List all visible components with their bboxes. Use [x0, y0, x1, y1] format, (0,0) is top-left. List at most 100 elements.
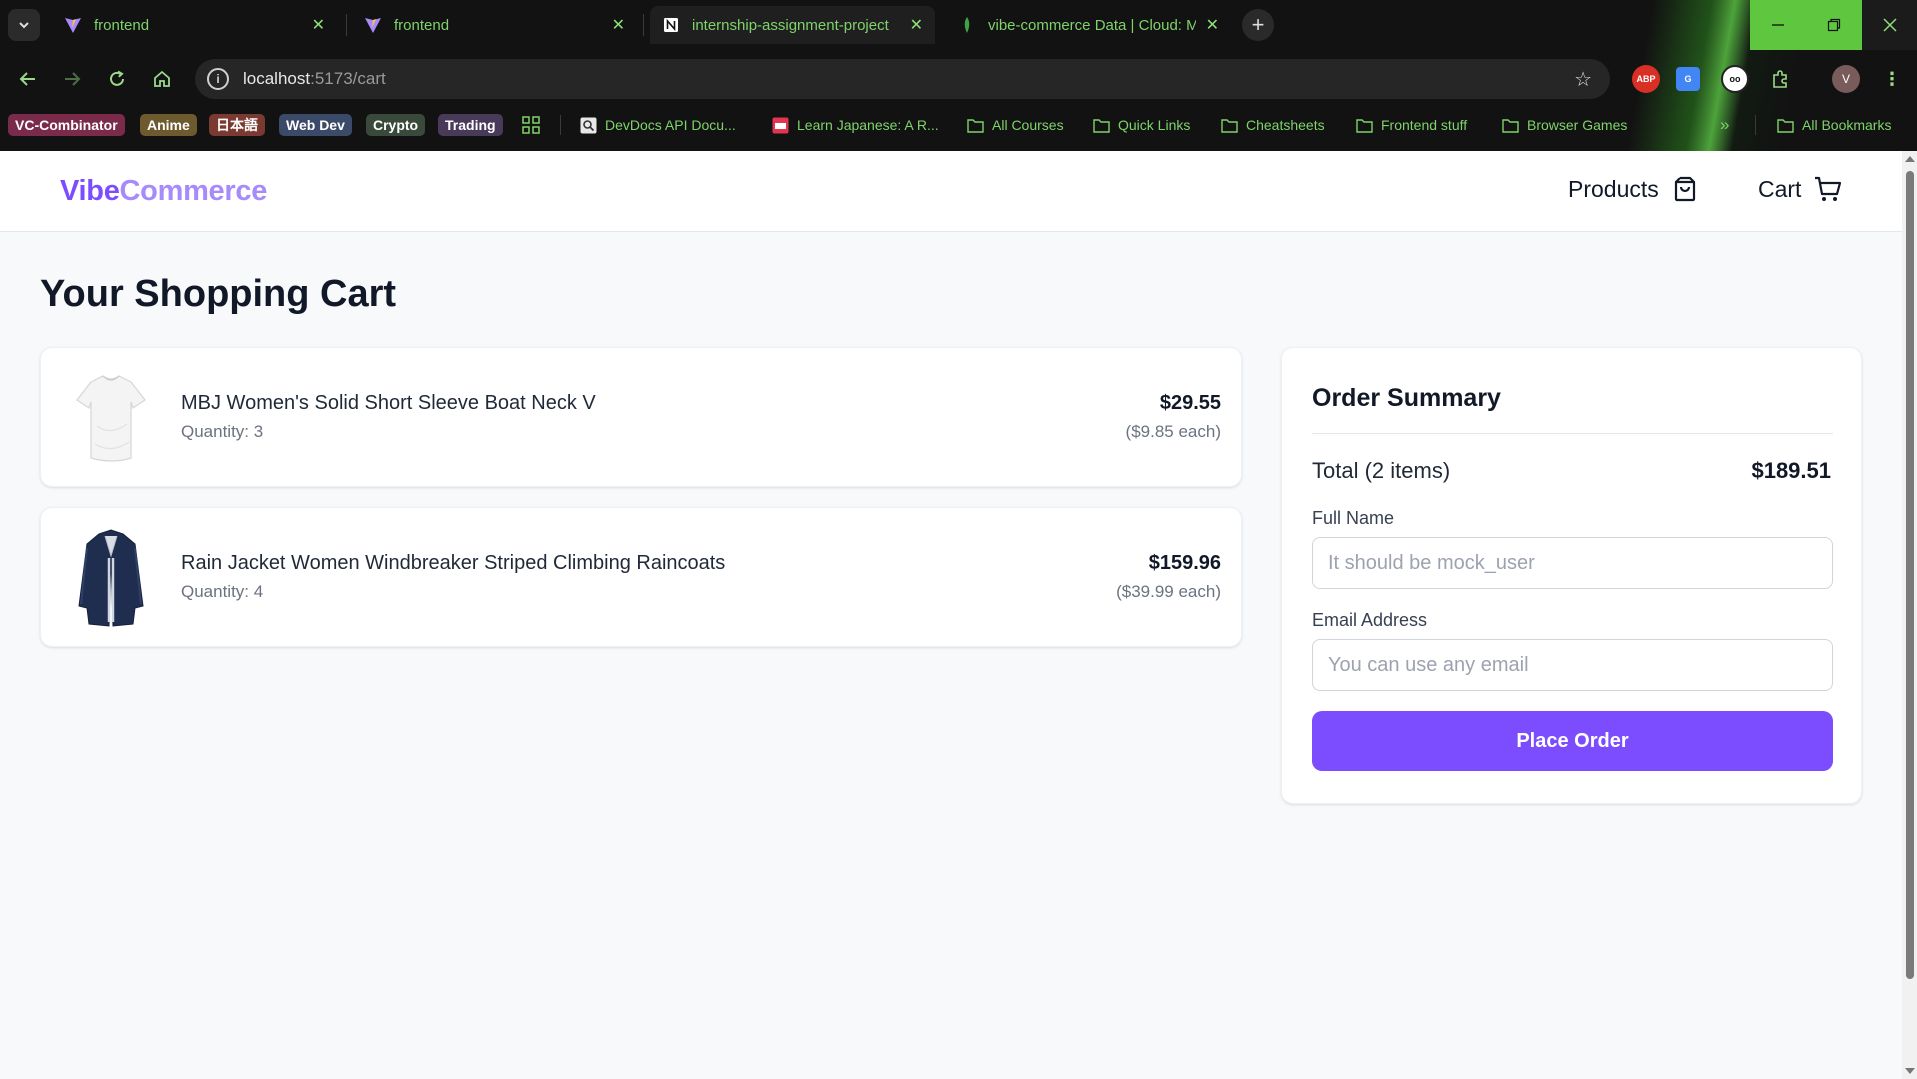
url-host: localhost: [243, 69, 311, 88]
item-quantity: Quantity: 3: [181, 422, 264, 441]
apps-grid-icon[interactable]: [522, 114, 540, 136]
shopping-bag-icon: [1674, 176, 1695, 202]
bookmark-label: All Courses: [992, 117, 1064, 133]
nav-products-link[interactable]: Products: [1568, 175, 1699, 203]
bookmark-folder-cheatsheets[interactable]: Cheatsheets: [1221, 114, 1325, 136]
restore-icon: [1827, 18, 1841, 32]
bookmark-folder-quick-links[interactable]: Quick Links: [1093, 114, 1190, 136]
bookmark-star-icon[interactable]: ☆: [1574, 67, 1592, 92]
adblock-plus-icon[interactable]: ABP: [1632, 65, 1660, 93]
bookmark-chip-japanese[interactable]: 日本語: [209, 114, 265, 136]
tab-title: internship-assignment-project: [692, 16, 889, 34]
home-icon: [154, 70, 170, 87]
bookmark-chip-vc-combinator[interactable]: VC-Combinator: [8, 114, 125, 136]
item-price: $29.55: [1159, 392, 1221, 414]
site-logo[interactable]: VibeCommerce: [60, 175, 267, 208]
folder-icon: [1777, 118, 1794, 133]
minimize-icon: [1772, 24, 1784, 26]
email-label: Email Address: [1312, 610, 1428, 630]
tab-title: frontend: [94, 16, 150, 34]
divider: [1312, 433, 1833, 434]
tab-strip: frontend ✕ frontend ✕ internship-assignm…: [0, 0, 1917, 50]
chevron-down-icon: [19, 22, 29, 29]
folder-icon: [1093, 118, 1110, 133]
folder-icon: [1221, 118, 1238, 133]
close-icon: [1883, 18, 1897, 32]
bookmark-learn-japanese[interactable]: Learn Japanese: A R...: [772, 114, 939, 136]
close-window-button[interactable]: [1862, 0, 1917, 50]
tab-internship-assignment[interactable]: internship-assignment-project ✕: [650, 6, 935, 44]
product-image-jacket: [78, 529, 144, 627]
place-order-button[interactable]: Place Order: [1312, 711, 1833, 771]
url-path: :5173/cart: [310, 69, 386, 88]
back-button[interactable]: [12, 63, 44, 95]
close-icon[interactable]: ✕: [1206, 15, 1219, 35]
nav-cart-link[interactable]: Cart: [1758, 175, 1843, 203]
bookmark-chip-trading[interactable]: Trading: [438, 114, 503, 136]
minimize-button[interactable]: [1750, 0, 1806, 50]
folder-icon: [1502, 118, 1519, 133]
bookmarks-bar: VC-Combinator Anime 日本語 Web Dev Crypto T…: [0, 111, 1917, 139]
devdocs-icon: [580, 117, 597, 133]
close-icon[interactable]: ✕: [312, 15, 325, 35]
bookmark-folder-all-courses[interactable]: All Courses: [967, 114, 1064, 136]
scrollbar-thumb[interactable]: [1906, 171, 1914, 979]
tab-separator: [346, 14, 347, 36]
translate-icon[interactable]: G: [1676, 67, 1700, 91]
bookmark-folder-all-bookmarks[interactable]: All Bookmarks: [1777, 114, 1891, 136]
restore-button[interactable]: [1806, 0, 1862, 50]
scroll-up-arrow-icon[interactable]: [1905, 156, 1915, 162]
bookmark-chip-web-dev[interactable]: Web Dev: [279, 114, 352, 136]
bookmarks-overflow-chevron-icon[interactable]: »: [1720, 114, 1729, 136]
page-scrollbar[interactable]: [1902, 151, 1917, 1079]
forward-button[interactable]: [56, 63, 88, 95]
email-input[interactable]: [1312, 639, 1833, 691]
bookmark-label: Quick Links: [1118, 117, 1191, 133]
address-bar[interactable]: i localhost:5173/cart ☆: [195, 59, 1610, 99]
reader-extension-icon[interactable]: oo: [1721, 65, 1749, 93]
reload-button[interactable]: [101, 63, 133, 95]
scroll-down-arrow-icon[interactable]: [1905, 1068, 1915, 1074]
bookmark-separator: [1755, 115, 1756, 135]
full-name-label: Full Name: [1312, 508, 1395, 528]
tab-search-button[interactable]: [8, 9, 40, 41]
tab-title: frontend: [394, 16, 450, 34]
total-value: $189.51: [1751, 458, 1831, 483]
bookmark-label: DevDocs API Docu...: [605, 117, 736, 133]
bookmark-folder-frontend-stuff[interactable]: Frontend stuff: [1356, 114, 1467, 136]
tab-mongodb[interactable]: vibe-commerce Data | Cloud: M ✕: [946, 6, 1231, 44]
tofugu-icon: [772, 117, 789, 133]
new-tab-button[interactable]: +: [1242, 9, 1274, 41]
close-icon[interactable]: ✕: [612, 15, 625, 35]
order-summary-card: Order Summary Total (2 items) $189.51 Fu…: [1281, 347, 1862, 804]
item-name: MBJ Women's Solid Short Sleeve Boat Neck…: [181, 392, 596, 414]
page-viewport: VibeCommerce Products Cart Your Shopping…: [0, 151, 1902, 1079]
bookmark-label: Learn Japanese: A R...: [797, 117, 939, 133]
logo-part-commerce: Commerce: [119, 175, 268, 207]
item-quantity: Quantity: 4: [181, 582, 264, 601]
tab-frontend-2[interactable]: frontend ✕: [352, 6, 637, 44]
nav-cart-label: Cart: [1758, 175, 1802, 202]
extensions-puzzle-icon[interactable]: [1766, 65, 1794, 93]
profile-avatar[interactable]: V: [1832, 65, 1860, 93]
folder-icon: [1356, 118, 1373, 133]
home-button[interactable]: [146, 63, 178, 95]
bookmark-chip-crypto[interactable]: Crypto: [366, 114, 426, 136]
item-name: Rain Jacket Women Windbreaker Striped Cl…: [181, 552, 726, 574]
site-info-icon[interactable]: i: [207, 68, 229, 90]
tab-frontend-1[interactable]: frontend ✕: [52, 6, 337, 44]
cart-item: Rain Jacket Women Windbreaker Striped Cl…: [40, 507, 1242, 647]
tab-separator: [643, 14, 644, 36]
product-image-tshirt: [76, 375, 146, 462]
cart-item: MBJ Women's Solid Short Sleeve Boat Neck…: [40, 347, 1242, 487]
menu-kebab-icon[interactable]: ⋮: [1878, 65, 1906, 93]
folder-icon: [967, 118, 984, 133]
close-icon[interactable]: ✕: [910, 15, 923, 35]
full-name-input[interactable]: [1312, 537, 1833, 589]
item-price: $159.96: [1148, 552, 1221, 574]
bookmark-devdocs[interactable]: DevDocs API Docu...: [580, 114, 736, 136]
bookmark-separator: [560, 115, 561, 135]
bookmark-chip-anime[interactable]: Anime: [140, 114, 197, 136]
arrow-left-icon: [19, 72, 35, 86]
bookmark-folder-browser-games[interactable]: Browser Games: [1502, 114, 1627, 136]
